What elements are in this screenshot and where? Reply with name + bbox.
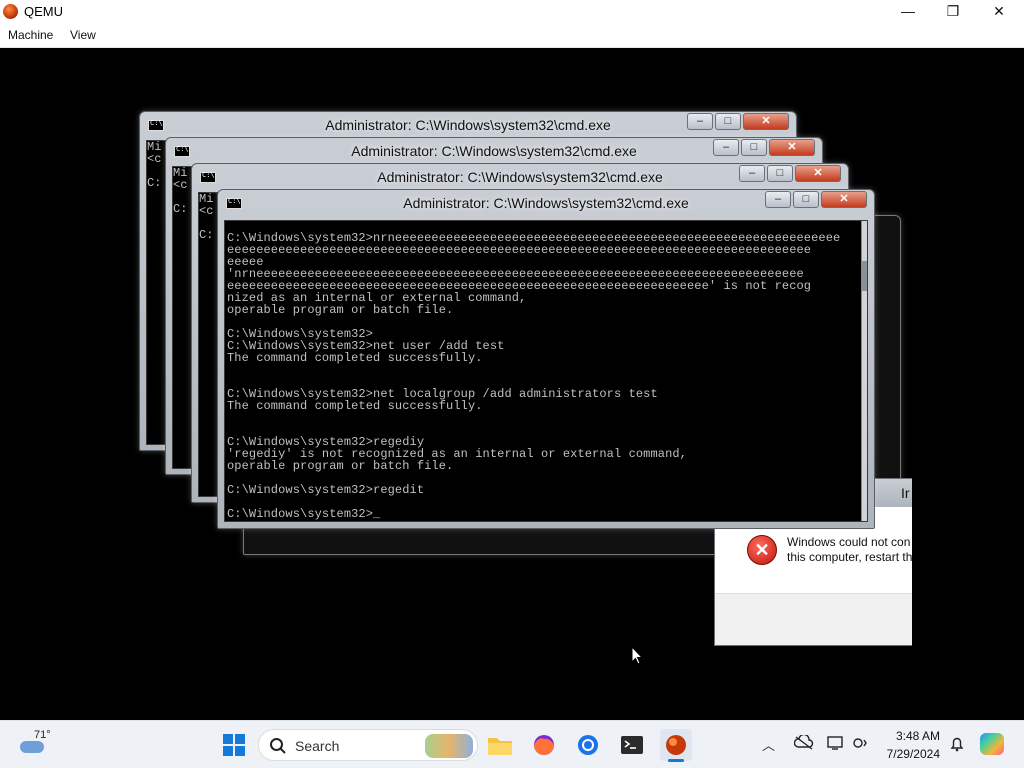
folder-icon (488, 738, 512, 755)
cmd-maximize-button[interactable]: □ (767, 165, 793, 182)
taskbar-search[interactable]: Search (258, 729, 478, 761)
chevron-up-icon[interactable]: ︿ (762, 735, 775, 754)
qemu-icon (666, 735, 686, 755)
menu-view[interactable]: View (70, 28, 96, 42)
menu-machine[interactable]: Machine (8, 28, 53, 42)
copilot-icon[interactable] (980, 733, 1004, 755)
cmd-minimize-button[interactable]: – (713, 139, 739, 156)
console-scrollbar[interactable] (861, 221, 867, 521)
weather-temperature: 71° (34, 729, 51, 741)
window-title: QEMU (24, 4, 63, 19)
cloud-icon (20, 741, 44, 753)
network-volume-icon[interactable] (852, 735, 872, 751)
restore-button[interactable]: ❐ (930, 0, 976, 22)
minimize-button[interactable]: — (885, 0, 931, 22)
qemu-titlebar: QEMU — ❐ ✕ (0, 0, 1024, 24)
cmd-window-active[interactable]: Administrator: C:\Windows\system32\cmd.e… (217, 189, 875, 529)
cloud-offline-icon[interactable] (793, 733, 814, 751)
cmd-titlebar[interactable]: Administrator: C:\Windows\system32\cmd.e… (166, 138, 822, 164)
cmd-console-text: C:\Windows\system32>nrneeeeeeeeeeeeeeeee… (227, 231, 841, 521)
qemu-logo-icon (3, 4, 18, 19)
cmd-minimize-button[interactable]: – (739, 165, 765, 182)
windows-logo-icon (223, 734, 245, 756)
error-dialog-footer (715, 593, 912, 645)
cmd-titlebar[interactable]: Administrator: C:\Windows\system32\cmd.e… (140, 112, 796, 138)
display-icon[interactable] (826, 735, 846, 751)
search-placeholder: Search (295, 738, 340, 754)
firefox-button[interactable] (528, 729, 560, 761)
cmd-minimize-button[interactable]: – (687, 113, 713, 130)
notification-bell-icon[interactable] (948, 735, 966, 753)
vm-display[interactable]: Administrator: C:\Windows\system32\cmd.e… (0, 48, 1024, 720)
scrollbar-thumb[interactable] (862, 261, 867, 291)
clock-date[interactable]: 7/29/2024 (880, 747, 940, 761)
error-message: Windows could not con this computer, res… (787, 535, 913, 565)
qemu-taskbar-button[interactable] (660, 729, 692, 762)
chrome-button[interactable] (572, 729, 604, 761)
close-button[interactable]: ✕ (976, 0, 1022, 22)
file-explorer-button[interactable] (484, 729, 516, 761)
cmd-titlebar[interactable]: Administrator: C:\Windows\system32\cmd.e… (192, 164, 848, 190)
menubar: Machine View (0, 24, 1024, 48)
cmd-maximize-button[interactable]: □ (793, 191, 819, 208)
search-icon (270, 738, 286, 754)
terminal-button[interactable] (616, 729, 648, 761)
error-message-line: this computer, restart th (787, 550, 913, 564)
cmd-maximize-button[interactable]: □ (741, 139, 767, 156)
cmd-close-button[interactable]: ✕ (795, 165, 841, 182)
cmd-titlebar[interactable]: Administrator: C:\Windows\system32\cmd.e… (218, 190, 874, 216)
firefox-icon (534, 735, 554, 755)
cmd-close-button[interactable]: ✕ (743, 113, 789, 130)
cmd-maximize-button[interactable]: □ (715, 113, 741, 130)
cmd-console[interactable]: C:\Windows\system32>nrneeeeeeeeeeeeeeeee… (224, 220, 868, 522)
cmd-close-button[interactable]: ✕ (769, 139, 815, 156)
chrome-icon (578, 735, 598, 755)
clock-time[interactable]: 3:48 AM (880, 729, 940, 743)
error-dialog-title: Ir (901, 485, 910, 501)
search-highlight-icon (425, 734, 473, 758)
terminal-icon (621, 736, 643, 754)
cmd-minimize-button[interactable]: – (765, 191, 791, 208)
mouse-cursor-icon (631, 646, 643, 665)
taskbar: 71° Search ︿ 3:48 AM 7/29/2024 (0, 720, 1024, 768)
active-indicator (668, 759, 684, 762)
error-icon: ✕ (747, 535, 777, 565)
cmd-close-button[interactable]: ✕ (821, 191, 867, 208)
error-message-line: Windows could not con (787, 535, 911, 549)
start-button[interactable] (218, 729, 250, 761)
